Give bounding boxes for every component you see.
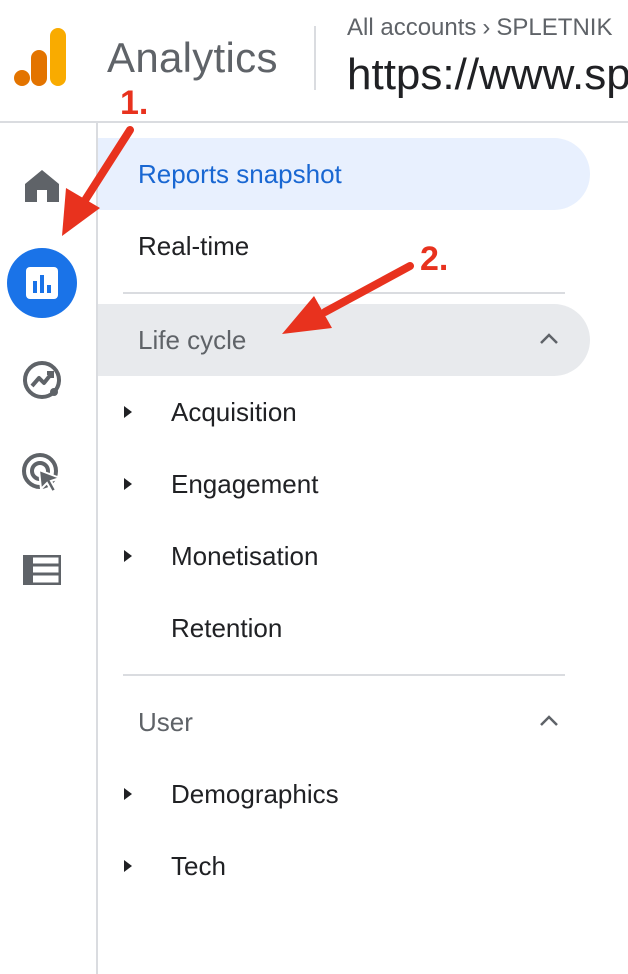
left-rail (0, 123, 98, 974)
explore-icon (23, 361, 61, 399)
nav-realtime[interactable]: Real-time (98, 210, 590, 282)
expand-arrow-icon[interactable] (124, 478, 132, 490)
rail-reports-button[interactable] (7, 248, 77, 318)
chevron-up-icon (540, 715, 558, 726)
nav-divider (123, 292, 565, 294)
nav-realtime-label: Real-time (138, 230, 250, 261)
top-header: Analytics All accounts › SPLETNIK https://… (0, 0, 628, 123)
nav-item-demographics[interactable]: Demographics (98, 758, 590, 830)
breadcrumb-account[interactable]: SPLETNIK (496, 14, 612, 41)
rail-advertising-button[interactable] (7, 438, 77, 508)
nav-item-label: Tech (171, 850, 226, 881)
rail-explore-button[interactable] (7, 345, 77, 415)
expand-arrow-icon[interactable] (124, 406, 132, 418)
nav-section-lifecycle[interactable]: Life cycle (98, 304, 590, 376)
nav-item-retention[interactable]: Retention (98, 592, 590, 664)
property-selector[interactable]: https://www.sp (347, 50, 628, 100)
chevron-up-icon (540, 333, 558, 344)
nav-item-label: Acquisition (171, 396, 297, 427)
nav-item-tech[interactable]: Tech (98, 830, 590, 902)
nav-reports-snapshot[interactable]: Reports snapshot (98, 138, 590, 210)
nav-item-label: Engagement (171, 468, 319, 499)
analytics-logo-icon[interactable] (14, 26, 70, 88)
advertising-icon (22, 453, 63, 494)
nav-item-monetisation[interactable]: Monetisation (98, 520, 590, 592)
nav-section-user[interactable]: User (98, 686, 590, 758)
chevron-right-icon: › (482, 14, 491, 41)
expand-arrow-icon[interactable] (124, 788, 132, 800)
nav-item-label: Retention (171, 612, 283, 643)
nav-section-lifecycle-label: Life cycle (138, 324, 247, 355)
nav-item-engagement[interactable]: Engagement (98, 448, 590, 520)
nav-item-acquisition[interactable]: Acquisition (98, 376, 590, 448)
reports-icon (26, 267, 58, 299)
expand-arrow-icon[interactable] (124, 550, 132, 562)
list-icon (23, 555, 61, 585)
annotation-step-2: 2. (420, 240, 449, 278)
nav-divider (123, 674, 565, 676)
rail-configure-button[interactable] (7, 535, 77, 605)
breadcrumb-all-accounts[interactable]: All accounts (347, 14, 476, 41)
app-title: Analytics (107, 34, 278, 81)
header-divider (314, 26, 316, 90)
breadcrumb[interactable]: All accounts › SPLETNIK (347, 14, 612, 42)
nav-reports-snapshot-label: Reports snapshot (138, 158, 342, 189)
rail-home-button[interactable] (7, 151, 77, 221)
nav-item-label: Demographics (171, 778, 339, 809)
nav-item-label: Monetisation (171, 540, 319, 571)
nav-section-user-label: User (138, 706, 193, 737)
home-icon (25, 170, 59, 202)
reports-nav-panel: Reports snapshot Real-time Life cycle Ac… (98, 123, 628, 974)
expand-arrow-icon[interactable] (124, 860, 132, 872)
annotation-step-1: 1. (120, 84, 149, 122)
